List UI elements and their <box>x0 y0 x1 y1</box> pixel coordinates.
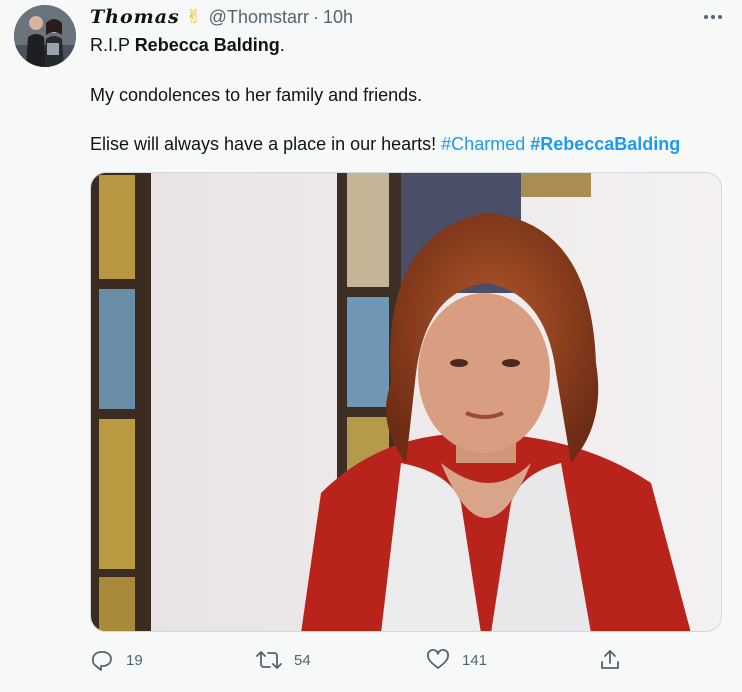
tweet-text-line-2: My condolences to her family and friends… <box>90 85 423 105</box>
more-icon[interactable] <box>702 7 724 27</box>
share-button[interactable] <box>598 646 622 674</box>
retweet-button[interactable]: 54 <box>256 646 311 674</box>
display-name[interactable]: Thomas <box>90 6 180 28</box>
tweet-card[interactable]: Thomas ✌ @Thomstarr · 10h R.I.P Rebecca … <box>0 0 742 692</box>
header-separator: · <box>312 6 319 27</box>
victory-hand-emoji: ✌ <box>185 6 202 28</box>
like-icon <box>427 649 449 669</box>
tweet-text-line-1: R.I.P Rebecca Balding. <box>90 34 285 56</box>
tweet-media-image[interactable] <box>90 172 722 632</box>
retweet-icon <box>256 651 282 669</box>
tweet-header: Thomas ✌ @Thomstarr · 10h <box>90 6 353 28</box>
retweet-count: 54 <box>294 651 311 669</box>
reply-icon <box>91 651 112 671</box>
bold-name: Rebecca Balding <box>134 35 280 55</box>
avatar[interactable] <box>14 5 76 67</box>
hearts-text: Elise will always have a place in our he… <box>90 134 442 154</box>
media-photo <box>91 173 721 631</box>
like-button[interactable]: 141 <box>426 646 487 674</box>
share-icon <box>601 650 619 669</box>
like-count: 141 <box>462 651 488 669</box>
period: . <box>279 35 285 55</box>
user-handle[interactable]: @Thomstarr <box>209 7 309 28</box>
hashtag-rebecca-balding[interactable]: #RebeccaBalding <box>530 134 680 154</box>
tweet-text-line-3: Elise will always have a place in our he… <box>90 133 680 155</box>
avatar-photo <box>14 5 76 67</box>
reply-button[interactable]: 19 <box>90 646 143 674</box>
tweet-timestamp[interactable]: 10h <box>323 7 353 28</box>
tweet-actions: 19 54 141 <box>90 646 722 674</box>
hashtag-charmed[interactable]: #Charmed <box>441 134 525 154</box>
reply-count: 19 <box>126 651 143 669</box>
rip-text: R.I.P <box>90 35 135 55</box>
